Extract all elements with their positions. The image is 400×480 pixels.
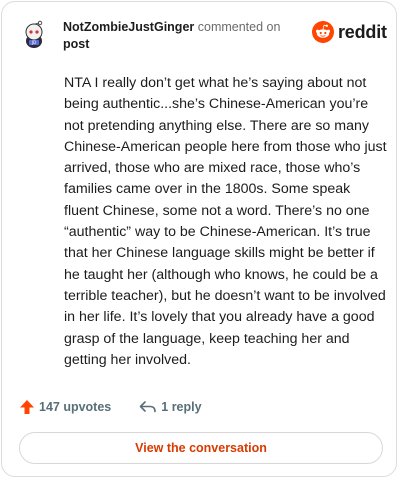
snoo-avatar-icon: JD [25, 20, 43, 48]
svg-text:JD: JD [31, 40, 36, 45]
comment-author[interactable]: NotZombieJustGinger [63, 20, 194, 34]
view-conversation-button[interactable]: View the conversation [19, 432, 383, 464]
reply-group[interactable]: 1 reply [139, 400, 202, 414]
upvote-count: 147 upvotes [39, 400, 112, 414]
reply-arrow-icon [139, 401, 157, 413]
embedded-comment-card: JD NotZombieJustGinger commented on post… [1, 1, 397, 477]
upvote-arrow-icon[interactable] [19, 399, 35, 415]
comment-action-text: commented on [197, 20, 281, 34]
reddit-wordmark: reddit [338, 21, 387, 42]
upvote-group[interactable]: 147 upvotes [19, 399, 111, 415]
post-link[interactable]: post [63, 37, 89, 51]
reply-count: 1 reply [161, 400, 202, 414]
reddit-logo[interactable]: reddit [312, 21, 387, 43]
comment-footer: 147 upvotes 1 reply [19, 399, 202, 415]
comment-body: NTA I really don’t get what he’s saying … [64, 75, 387, 368]
reddit-alien-icon [312, 21, 334, 43]
avatar[interactable]: JD [20, 20, 48, 48]
comment-header: NotZombieJustGinger commented on post [63, 19, 303, 53]
